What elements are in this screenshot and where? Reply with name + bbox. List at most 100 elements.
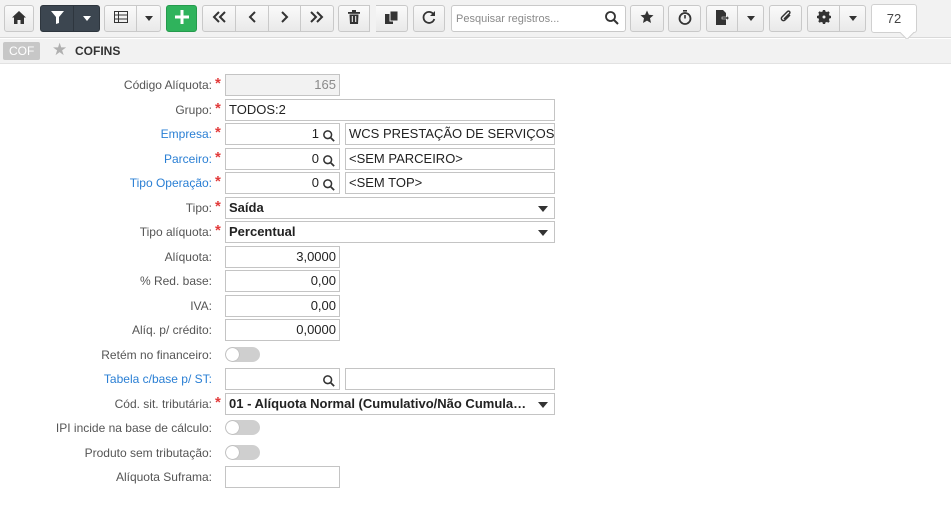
copy-button[interactable]: [376, 5, 408, 32]
file-export-icon: [715, 9, 729, 28]
grid-view-button[interactable]: [104, 5, 137, 32]
previous-record-button[interactable]: [236, 5, 269, 32]
empresa-code-field[interactable]: 1: [225, 123, 340, 145]
required-marker: *: [215, 100, 221, 117]
search-icon[interactable]: [323, 373, 335, 389]
tipo-operacao-code-field[interactable]: 0: [225, 172, 340, 194]
chevron-down-icon: [746, 16, 755, 21]
row-retem-financeiro: Retém no financeiro:: [0, 344, 951, 366]
cod-sit-tributaria-label: Cód. sit. tributária:: [114, 397, 212, 411]
aliquota-suframa-field[interactable]: [225, 466, 340, 488]
aliquota-suframa-label: Alíquota Suframa:: [115, 470, 212, 484]
aliquota-field[interactable]: 3,0000: [225, 246, 340, 268]
refresh-button[interactable]: [413, 5, 445, 32]
chevron-right-icon: [280, 11, 290, 26]
copy-icon: [385, 10, 399, 27]
row-iva: IVA: 0,00: [0, 295, 951, 317]
row-tipo: Tipo: * Saída: [0, 197, 951, 219]
row-tipo-operacao: Tipo Operação: * 0 <SEM TOP>: [0, 172, 951, 194]
row-aliq-credito: Alíq. p/ crédito: 0,0000: [0, 319, 951, 341]
toolbar: 72: [0, 0, 951, 38]
codigo-aliquota-label: Código Alíquota:: [123, 78, 212, 92]
aliq-credito-field[interactable]: 0,0000: [225, 319, 340, 341]
cod-sit-tributaria-value: 01 - Alíquota Normal (Cumulativo/Não Cum…: [229, 396, 529, 411]
empresa-code: 1: [311, 126, 319, 141]
first-record-button[interactable]: [202, 5, 236, 32]
row-cod-sit-tributaria: Cód. sit. tributária: * 01 - Alíquota No…: [0, 393, 951, 415]
export-button[interactable]: [706, 5, 738, 32]
required-marker: *: [215, 394, 221, 411]
title-bar: COF ★ COFINS: [0, 39, 951, 64]
tipo-aliquota-select[interactable]: Percentual: [225, 221, 555, 243]
required-marker: *: [215, 124, 221, 141]
parceiro-code-field[interactable]: 0: [225, 148, 340, 170]
chevron-down-icon: [144, 16, 153, 21]
page-title: COFINS: [75, 44, 121, 58]
next-record-button[interactable]: [269, 5, 301, 32]
settings-button[interactable]: [807, 5, 840, 32]
empresa-name-field: WCS PRESTAÇÃO DE SERVIÇOS: [345, 123, 555, 145]
produto-sem-tributacao-toggle[interactable]: [225, 445, 260, 460]
red-base-field[interactable]: 0,00: [225, 270, 340, 292]
toggle-knob: [226, 421, 239, 434]
last-record-button[interactable]: [301, 5, 334, 32]
tipo-aliquota-value: Percentual: [229, 224, 296, 239]
search-icon[interactable]: [323, 128, 335, 144]
tipo-select[interactable]: Saída: [225, 197, 555, 219]
chevron-down-icon: [848, 16, 857, 21]
timer-button[interactable]: [668, 5, 701, 32]
home-icon: [12, 10, 26, 27]
retem-financeiro-toggle[interactable]: [225, 347, 260, 362]
tipo-operacao-link[interactable]: Tipo Operação:: [130, 176, 212, 190]
row-produto-sem-tributacao: Produto sem tributação:: [0, 442, 951, 464]
filter-icon: [50, 10, 64, 27]
parceiro-name-field: <SEM PARCEIRO>: [345, 148, 555, 170]
search-icon[interactable]: [323, 153, 335, 169]
star-icon: [640, 10, 654, 27]
codigo-aliquota-field: 165: [225, 74, 340, 96]
record-count: 72: [871, 4, 917, 33]
search-icon[interactable]: [323, 177, 335, 193]
filter-dropdown-button[interactable]: [74, 5, 100, 32]
favorite-star-icon[interactable]: ★: [52, 40, 67, 60]
double-chevron-left-icon: [212, 11, 226, 26]
tipo-value: Saída: [229, 200, 264, 215]
row-parceiro: Parceiro: * 0 <SEM PARCEIRO>: [0, 148, 951, 170]
home-button[interactable]: [4, 5, 34, 32]
view-dropdown-button[interactable]: [137, 5, 161, 32]
required-marker: *: [215, 173, 221, 190]
grupo-field[interactable]: TODOS:2: [225, 99, 555, 121]
tabela-base-st-name-field: [345, 368, 555, 390]
trash-icon: [348, 10, 360, 27]
tipo-operacao-code: 0: [311, 175, 319, 190]
attachment-button[interactable]: [769, 5, 802, 32]
delete-button[interactable]: [338, 5, 370, 32]
row-red-base: % Red. base: 0,00: [0, 270, 951, 292]
required-marker: *: [215, 75, 221, 92]
module-badge: COF: [3, 42, 41, 60]
parceiro-code: 0: [311, 151, 319, 166]
filter-button[interactable]: [40, 5, 74, 32]
toggle-knob: [226, 446, 239, 459]
grupo-label: Grupo:: [175, 103, 212, 117]
ipi-incide-toggle[interactable]: [225, 420, 260, 435]
red-base-label: % Red. base:: [139, 274, 212, 288]
chevron-left-icon: [247, 11, 257, 26]
iva-field[interactable]: 0,00: [225, 295, 340, 317]
search-input[interactable]: [456, 10, 601, 28]
parceiro-link[interactable]: Parceiro:: [164, 152, 212, 166]
aliq-credito-label: Alíq. p/ crédito:: [131, 323, 212, 337]
tipo-operacao-name-field: <SEM TOP>: [345, 172, 555, 194]
cod-sit-tributaria-select[interactable]: 01 - Alíquota Normal (Cumulativo/Não Cum…: [225, 393, 555, 415]
export-dropdown-button[interactable]: [738, 5, 764, 32]
empresa-link[interactable]: Empresa:: [161, 127, 212, 141]
tabela-base-st-code-field[interactable]: [225, 368, 340, 390]
favorite-button[interactable]: [630, 5, 664, 32]
stopwatch-icon: [678, 9, 692, 28]
search-icon[interactable]: [605, 11, 619, 28]
add-record-button[interactable]: [166, 5, 197, 32]
paperclip-icon: [779, 10, 793, 27]
settings-dropdown-button[interactable]: [840, 5, 866, 32]
refresh-icon: [422, 10, 436, 27]
tabela-base-st-link[interactable]: Tabela c/base p/ ST:: [104, 372, 212, 386]
